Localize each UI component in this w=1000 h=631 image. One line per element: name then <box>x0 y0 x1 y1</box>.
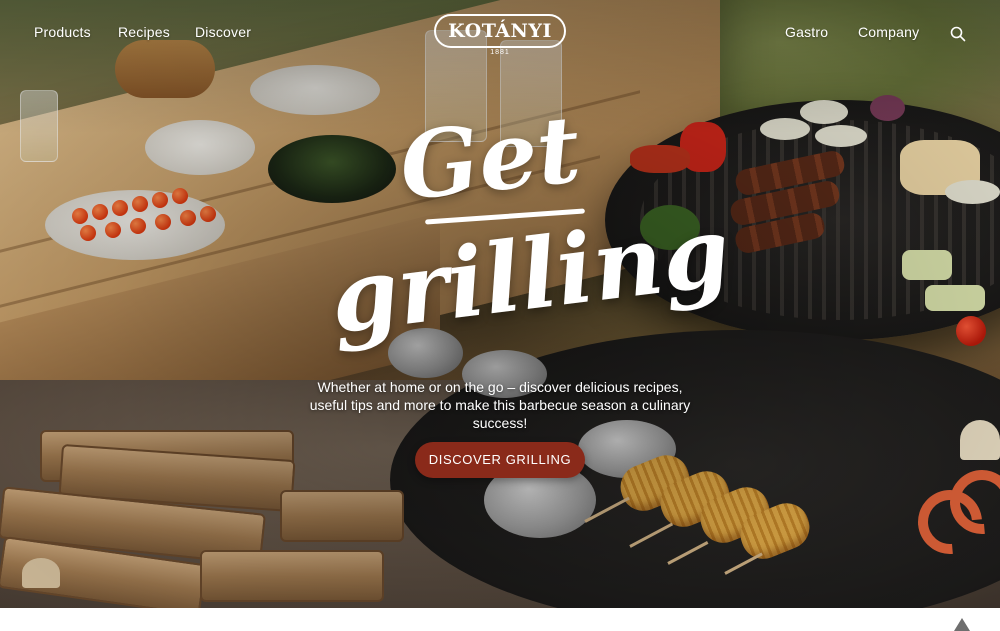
hero-subtext: Whether at home or on the go – discover … <box>309 379 691 431</box>
headline-line-get: Get <box>395 94 585 222</box>
kotanyi-logo[interactable]: KOTÁNYI 1881 <box>434 12 566 56</box>
logo-year: 1881 <box>490 49 510 56</box>
nav-link-company[interactable]: Company <box>858 24 919 40</box>
nav-link-gastro[interactable]: Gastro <box>785 24 828 40</box>
search-button[interactable] <box>949 25 967 43</box>
page: Products Recipes Discover KOTÁNYI 1881 G… <box>0 0 1000 631</box>
headline-line-grilling: grilling <box>324 194 736 356</box>
nav-link-products[interactable]: Products <box>34 24 91 40</box>
nav-link-recipes[interactable]: Recipes <box>118 24 170 40</box>
discover-grilling-button[interactable]: DISCOVER GRILLING <box>415 442 585 478</box>
logo-text: KOTÁNYI <box>448 20 552 42</box>
page-bottom-band <box>0 608 1000 631</box>
search-icon <box>950 26 966 42</box>
leaf-icon <box>954 618 970 631</box>
hero-headline: Get grilling <box>324 95 735 355</box>
nav-link-discover[interactable]: Discover <box>195 24 251 40</box>
